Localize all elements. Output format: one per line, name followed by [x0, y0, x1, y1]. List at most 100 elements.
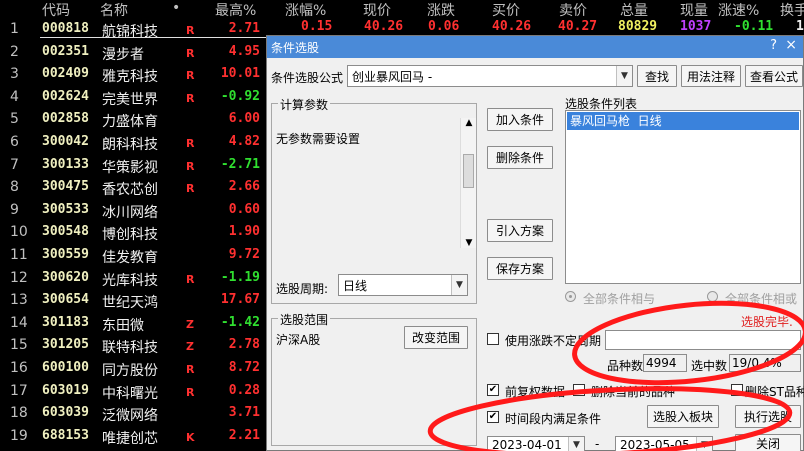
add-condition-button[interactable]: 加入条件 [487, 108, 553, 131]
condition-list[interactable]: 暴风回马枪 日线 [565, 110, 801, 284]
header-speed[interactable]: 涨速% [718, 0, 759, 20]
stock-name: 世纪天鸿 [102, 295, 158, 312]
header-name[interactable]: 名称 [100, 0, 128, 20]
row1-bid: 40.26 [492, 19, 532, 34]
header-chg[interactable]: 涨跌 [427, 0, 455, 20]
stock-name: 中科曙光 [102, 385, 158, 402]
table-row[interactable]: 5 002858 力盛体育 6.00 [0, 108, 268, 131]
date-from-input[interactable]: 2023-04-01 ▼ [487, 436, 585, 451]
table-row[interactable]: 17 603019 中科曙光 R 0.28 [0, 380, 268, 403]
calc-params-label: 计算参数 [278, 96, 331, 113]
fq-checkbox[interactable]: ✔ [487, 384, 499, 396]
table-row[interactable]: 12 300620 光库科技 R -1.19 [0, 267, 268, 290]
header-ask[interactable]: 卖价 [559, 0, 587, 20]
stock-code: 603039 [42, 405, 89, 421]
header-bid[interactable]: 买价 [492, 0, 520, 20]
radio-or[interactable] [707, 291, 718, 302]
chevron-down-icon[interactable]: ▼ [696, 437, 712, 451]
stock-max-pct: 0.60 [228, 201, 260, 217]
header-max-pct[interactable]: 最高% [215, 0, 256, 20]
scroll-down-icon[interactable]: ▼ [461, 238, 477, 248]
row1-turn: 1 [796, 19, 804, 34]
to-sector-button[interactable]: 选股入板块 [647, 405, 719, 428]
date-to-input[interactable]: 2023-05-05 ▼ [615, 436, 713, 451]
table-row[interactable]: 10 300548 博创科技 1.90 [0, 221, 268, 244]
chevron-down-icon[interactable]: ▼ [451, 275, 467, 295]
row1-vol: 80829 [618, 19, 658, 34]
usage-button[interactable]: 用法注释 [681, 65, 741, 87]
import-plan-button[interactable]: 引入方案 [487, 219, 553, 242]
stock-code: 603019 [42, 382, 89, 398]
header-vol[interactable]: 总量 [620, 0, 648, 20]
table-row[interactable]: 4 002624 完美世界 R -0.92 [0, 86, 268, 109]
scroll-thumb[interactable] [463, 154, 474, 188]
count-label: 品种数 [607, 359, 644, 373]
save-plan-button[interactable]: 保存方案 [487, 257, 553, 280]
header-cur[interactable]: 现量 [680, 0, 708, 20]
row-index: 8 [10, 179, 19, 196]
table-row[interactable]: 19 688153 唯捷创芯 K 2.21 [0, 425, 268, 448]
table-row[interactable]: 16 600100 同方股份 R 8.72 [0, 357, 268, 380]
change-scope-button[interactable]: 改变范围 [404, 326, 468, 349]
row1-ask: 40.27 [558, 19, 598, 34]
formula-select[interactable]: 创业暴风回马 - ▼ [347, 65, 633, 87]
date-separator: - [595, 437, 600, 451]
table-row[interactable]: 1 000818 航锦科技 R 2.71 [0, 18, 268, 41]
table-row[interactable]: 18 603039 泛微网络 3.71 [0, 402, 268, 425]
stock-name: 佳发教育 [102, 250, 158, 266]
params-scrollbar[interactable]: ▲ ▼ [460, 118, 476, 248]
stock-flag: R [186, 69, 195, 83]
condition-select-dialog: 条件选股 ? × 条件选股公式 创业暴风回马 - ▼ 查找 用法注释 查看公式 … [266, 35, 804, 451]
del-st-checkbox[interactable] [731, 384, 743, 396]
close-icon[interactable]: × [785, 37, 797, 53]
flex-period-input[interactable] [605, 330, 801, 350]
date-to-value: 2023-05-05 [620, 438, 690, 451]
stock-flag: R [186, 159, 195, 173]
stock-max-pct: 2.66 [228, 179, 260, 195]
del-current-label: 删除当前的品种 [591, 385, 676, 399]
header-turn[interactable]: 换手 [780, 0, 804, 20]
table-row[interactable]: 6 300042 朗科科技 R 4.82 [0, 131, 268, 154]
help-icon[interactable]: ? [770, 38, 777, 53]
table-row[interactable]: 14 301183 东田微 Z -1.42 [0, 312, 268, 335]
stock-code: 002624 [42, 88, 89, 104]
table-row[interactable]: 2 002351 漫步者 R 4.95 [0, 41, 268, 64]
close-button[interactable]: 关闭 [735, 434, 801, 451]
scope-label: 选股范围 [278, 311, 331, 328]
find-button[interactable]: 查找 [637, 65, 677, 87]
radio-and[interactable] [565, 291, 576, 302]
table-row[interactable]: 11 300559 佳发教育 9.72 [0, 244, 268, 267]
stock-code: 002351 [42, 43, 89, 59]
table-row[interactable]: 13 300654 世纪天鸿 17.67 [0, 289, 268, 312]
table-row[interactable]: 3 002409 雅克科技 R 10.01 [0, 63, 268, 86]
table-row[interactable]: 9 300533 冰川网络 0.60 [0, 199, 268, 222]
stock-code: 301183 [42, 314, 89, 330]
header-chg-pct[interactable]: 涨幅% [285, 0, 326, 20]
condition-list-item[interactable]: 暴风回马枪 日线 [567, 112, 799, 130]
stock-max-pct: 9.72 [228, 247, 260, 262]
view-formula-button[interactable]: 查看公式 [745, 65, 803, 87]
delete-condition-button[interactable]: 删除条件 [487, 146, 553, 169]
dialog-titlebar[interactable]: 条件选股 ? × [267, 36, 803, 58]
time-cond-checkbox[interactable]: ✔ [487, 411, 499, 423]
scroll-up-icon[interactable]: ▲ [461, 118, 477, 128]
table-row[interactable]: 8 300475 香农芯创 R 2.66 [0, 176, 268, 199]
row1-cur: 1037 [680, 19, 712, 34]
stock-name: 力盛体育 [102, 114, 158, 131]
chevron-down-icon[interactable]: ▼ [616, 66, 632, 86]
header-price[interactable]: 现价 [363, 0, 391, 20]
chevron-down-icon[interactable]: ▼ [568, 437, 584, 451]
del-current-checkbox[interactable] [573, 384, 585, 396]
use-flex-period-checkbox[interactable] [487, 333, 499, 345]
row1-speed: -0.11 [734, 19, 774, 34]
selected-value: 19/0.4% [729, 354, 801, 372]
row-index: 10 [10, 224, 28, 241]
table-row[interactable]: 15 301205 联特科技 Z 2.78 [0, 334, 268, 357]
stock-name: 光库科技 [102, 272, 158, 289]
header-code[interactable]: 代码 [42, 0, 70, 20]
time-cond-label: 时间段内满足条件 [505, 412, 602, 426]
execute-button[interactable]: 执行选股 [735, 405, 801, 428]
count-value: 4994 [643, 354, 687, 372]
table-row[interactable]: 7 300133 华策影视 R -2.71 [0, 154, 268, 177]
period-select[interactable]: 日线 ▼ [338, 274, 468, 296]
